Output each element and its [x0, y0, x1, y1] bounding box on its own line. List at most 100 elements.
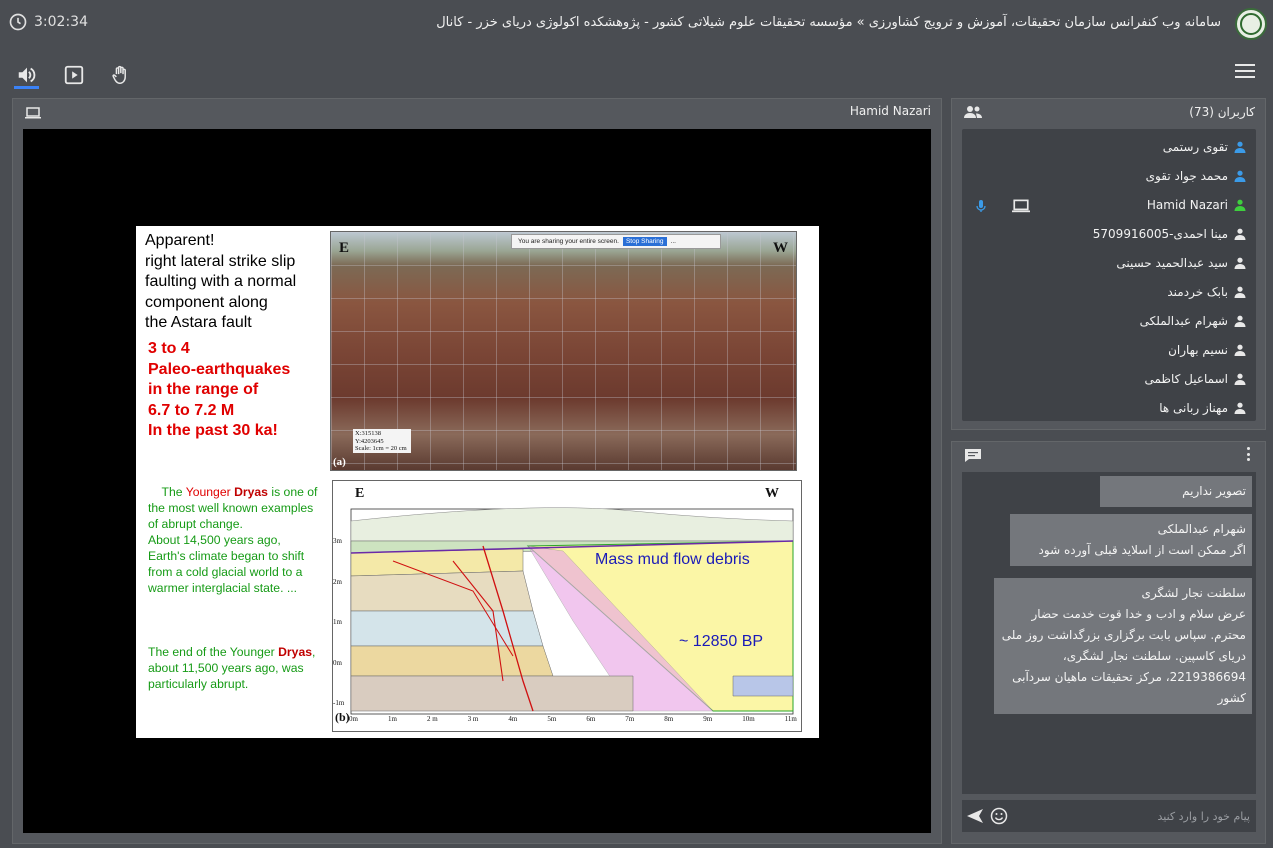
- user-row[interactable]: تقوی رستمی: [962, 133, 1256, 162]
- diagram-label: (b): [335, 710, 350, 724]
- user-icon: [1234, 315, 1246, 327]
- users-panel-title: کاربران (73): [1189, 105, 1255, 119]
- chat-message: سلطنت نجار لشگری عرض سلام و ادب و خدا قوت…: [994, 578, 1252, 714]
- user-name: مهناز ربانی ها: [1159, 401, 1228, 415]
- chat-message-text: اگر ممکن است از اسلاید قبلی آورده شود: [1038, 543, 1246, 557]
- photo-coordinates: X:315138 Y:4203645 Scale: 1cm = 20 cm: [353, 429, 411, 453]
- user-name: تقوی رستمی: [1162, 140, 1228, 154]
- screen-sharing-icon: [1012, 199, 1030, 213]
- photo-label: (a): [333, 456, 346, 468]
- organization-logo: [1235, 8, 1267, 40]
- user-icon: [1234, 257, 1246, 269]
- diagram-x-tick: 7m: [625, 715, 635, 723]
- diagram-y-axis: 3m 2m 1m 0m -1m: [333, 537, 344, 707]
- users-group-icon: [964, 106, 982, 118]
- slide-heading: Apparent! right lateral strike slip faul…: [145, 232, 297, 331]
- user-row[interactable]: مهناز ربانی ها: [962, 394, 1256, 423]
- chat-message: تصویر نداریم: [1100, 476, 1252, 507]
- diagram-y-tick: -1m: [333, 699, 345, 707]
- user-name: Hamid Nazari: [1146, 198, 1228, 212]
- user-icon: [1234, 228, 1246, 240]
- chat-bubble-icon: [965, 449, 981, 462]
- diagram-east-label: E: [355, 486, 365, 501]
- diagram-x-tick: 11m: [784, 715, 797, 723]
- timer-text: 3:02:34: [34, 14, 88, 30]
- raise-hand-button[interactable]: [108, 62, 134, 88]
- user-row[interactable]: بابک خردمند: [962, 278, 1256, 307]
- chat-panel-header: [952, 442, 1265, 468]
- microphone-icon: [976, 200, 986, 212]
- trench-log-diagram: E W Mass mud flow debris ~ 12850 BP 3m 2m…: [332, 480, 802, 732]
- slide-paragraph-1: The Younger Dryas is one of the most wel…: [148, 485, 318, 595]
- user-row[interactable]: محمد جواد تقوی: [962, 162, 1256, 191]
- page-title: سامانه وب کنفرانس سازمان تحقیقات، آموزش …: [436, 15, 1221, 30]
- chat-options-button[interactable]: [1247, 447, 1251, 461]
- user-row[interactable]: نسیم بهاران: [962, 336, 1256, 365]
- photo-east-label: E: [339, 240, 350, 256]
- diagram-y-tick: 3m: [333, 537, 342, 545]
- diagram-west-label: W: [765, 486, 779, 501]
- session-timer: 3:02:34: [8, 12, 88, 32]
- user-name: اسماعیل کاظمی: [1144, 372, 1228, 386]
- stop-sharing-button[interactable]: Stop Sharing: [622, 237, 667, 246]
- chat-message-text: تصویر نداریم: [1182, 484, 1246, 498]
- user-icon: [1234, 141, 1246, 153]
- slide-text-column: Apparent! right lateral strike slip faul…: [136, 226, 322, 738]
- screen-share-notice: You are sharing your entire screen. Stop…: [511, 234, 721, 249]
- share-notice-text: You are sharing your entire screen.: [518, 238, 619, 245]
- diagram-x-tick: 2 m: [426, 715, 438, 723]
- chat-message-author: سلطنت نجار لشگری: [1141, 586, 1246, 600]
- user-name: بابک خردمند: [1167, 285, 1228, 299]
- user-icon: [1234, 199, 1246, 211]
- user-icon: [1234, 170, 1246, 182]
- presenter-name: Hamid Nazari: [849, 104, 931, 118]
- chat-message: شهرام عبدالملکی اگر ممکن است از اسلاید قب…: [1010, 514, 1252, 566]
- user-icon: [1234, 286, 1246, 298]
- user-row[interactable]: مینا احمدی-5709916005: [962, 220, 1256, 249]
- diagram-x-tick: 5m: [547, 715, 557, 723]
- chat-panel: تصویر نداریم شهرام عبدالملکی اگر ممکن است …: [951, 441, 1266, 844]
- diagram-x-axis: 0m 1m 2 m 3 m 4m 5m 6m 7m 8m 9m 10m 11m: [349, 715, 797, 725]
- diagram-annotation-age: ~ 12850 BP: [679, 633, 764, 650]
- user-name: مینا احمدی-5709916005: [1092, 227, 1228, 241]
- diagram-x-tick: 6m: [586, 715, 596, 723]
- shared-screen: Apparent! right lateral strike slip faul…: [23, 129, 931, 833]
- users-panel: کاربران (73) تقوی رستمی محمد جواد تقوی Ham…: [951, 98, 1266, 430]
- send-icon[interactable]: [966, 807, 984, 825]
- top-bar: 3:02:34 سامانه وب کنفرانس سازمان تحقیقات…: [0, 0, 1273, 46]
- diagram-x-tick: 4m: [508, 715, 518, 723]
- user-row[interactable]: سید عبدالحمید حسینی: [962, 249, 1256, 278]
- user-name: شهرام عبدالملکی: [1139, 314, 1228, 328]
- user-name: سید عبدالحمید حسینی: [1116, 256, 1228, 270]
- media-play-button[interactable]: [61, 62, 87, 88]
- slide-paragraph-2: The end of the Younger Dryas, about 11,5…: [148, 645, 316, 691]
- screen-share-panel: Hamid Nazari Apparent! right lateral str…: [12, 98, 942, 844]
- hamburger-menu-button[interactable]: [1235, 64, 1255, 82]
- active-tab-indicator: [14, 86, 39, 89]
- user-icon: [1234, 344, 1246, 356]
- chat-composer: [962, 800, 1256, 832]
- diagram-x-tick: 1m: [387, 715, 397, 723]
- user-name: نسیم بهاران: [1168, 343, 1228, 357]
- chat-message-list: تصویر نداریم شهرام عبدالملکی اگر ممکن است …: [962, 472, 1256, 794]
- user-row[interactable]: اسماعیل کاظمی: [962, 365, 1256, 394]
- diagram-x-tick: 10m: [742, 715, 755, 723]
- share-more-button[interactable]: ...: [671, 238, 676, 245]
- diagram-x-tick: 8m: [664, 715, 674, 723]
- user-row[interactable]: شهرام عبدالملکی: [962, 307, 1256, 336]
- audio-toggle-button[interactable]: [14, 62, 40, 88]
- screen-share-header: Hamid Nazari: [13, 99, 941, 125]
- slide-highlight: 3 to 4 Paleo-earthquakes in the range of…: [148, 340, 291, 439]
- diagram-x-tick: 0m: [349, 715, 358, 723]
- chat-message-author: شهرام عبدالملکی: [1157, 522, 1246, 536]
- emoji-icon[interactable]: [990, 807, 1008, 825]
- diagram-y-tick: 1m: [333, 618, 342, 626]
- trench-photo: E W You are sharing your entire screen. …: [330, 231, 797, 471]
- user-row[interactable]: Hamid Nazari: [962, 191, 1256, 220]
- diagram-y-tick: 0m: [333, 658, 342, 667]
- diagram-x-tick: 3 m: [467, 715, 479, 723]
- laptop-icon[interactable]: [25, 107, 41, 119]
- chat-message-input[interactable]: [1030, 806, 1250, 826]
- diagram-annotation-debris: Mass mud flow debris: [595, 551, 750, 568]
- clock-icon: [9, 13, 27, 31]
